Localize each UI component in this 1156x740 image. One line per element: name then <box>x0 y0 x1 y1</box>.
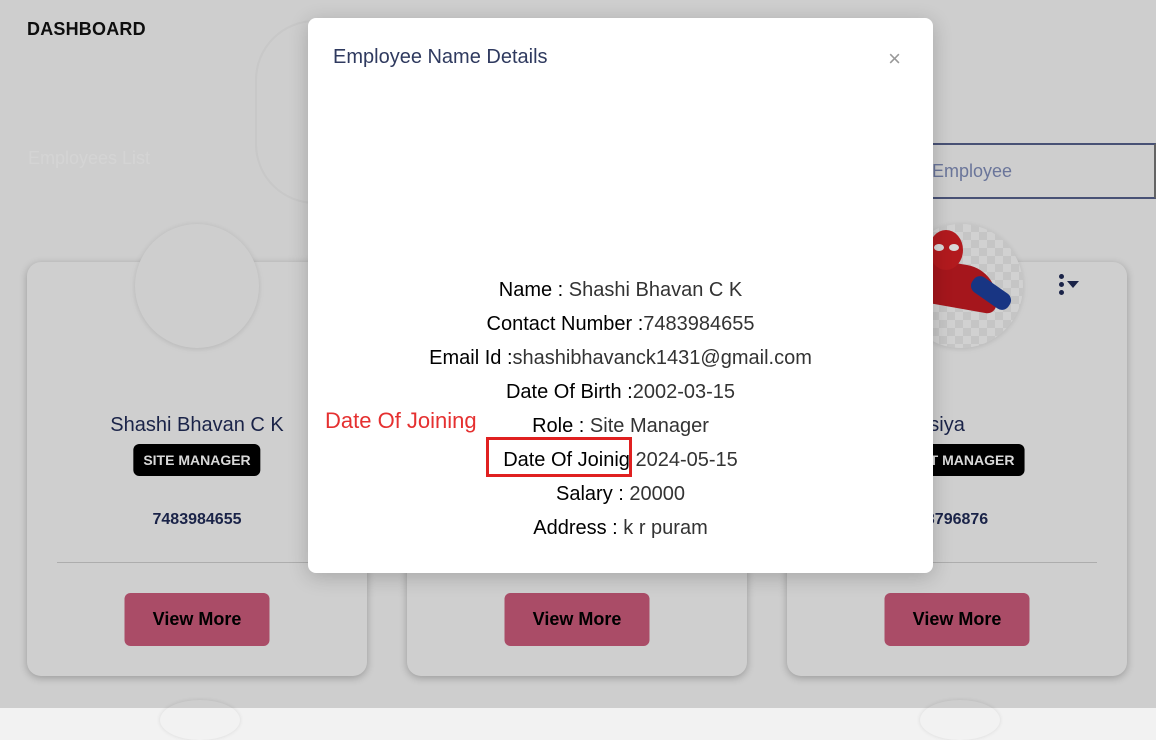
close-icon[interactable]: × <box>888 48 901 70</box>
detail-label: Address : <box>533 517 624 539</box>
detail-value: Site Manager <box>589 415 709 437</box>
detail-row-email: Email Id :shashibhavanck1431@gmail.com <box>308 341 933 375</box>
highlight-box <box>486 437 632 477</box>
detail-label: Email Id : <box>429 347 513 369</box>
detail-label: Date Of Birth : <box>505 381 633 403</box>
detail-value: 2002-03-15 <box>632 381 736 403</box>
detail-row-address: Address : k r puram <box>308 511 933 545</box>
detail-row-contact: Contact Number :7483984655 <box>308 307 933 341</box>
detail-value: 20000 <box>629 483 685 505</box>
detail-value: k r puram <box>623 517 708 539</box>
detail-value: Shashi Bhavan C K <box>568 279 743 301</box>
detail-value: shashibhavanck1431@gmail.com <box>512 347 812 369</box>
detail-row-salary: Salary : 20000 <box>308 477 933 511</box>
annotation-label: Date Of Joining <box>325 408 477 433</box>
detail-value: 7483984655 <box>643 313 755 335</box>
detail-value: 2024-05-15 <box>635 449 738 471</box>
detail-row-name: Name : Shashi Bhavan C K <box>308 273 933 307</box>
employee-details-modal: Employee Name Details × Name : Shashi Bh… <box>308 18 933 573</box>
detail-row-dob: Date Of Birth :2002-03-15 <box>308 375 933 409</box>
detail-label: Role : <box>532 415 590 437</box>
modal-title: Employee Name Details <box>333 46 548 68</box>
detail-label: Contact Number : <box>486 313 644 335</box>
detail-label: Salary : <box>556 483 630 505</box>
detail-label: Name : <box>498 279 569 301</box>
